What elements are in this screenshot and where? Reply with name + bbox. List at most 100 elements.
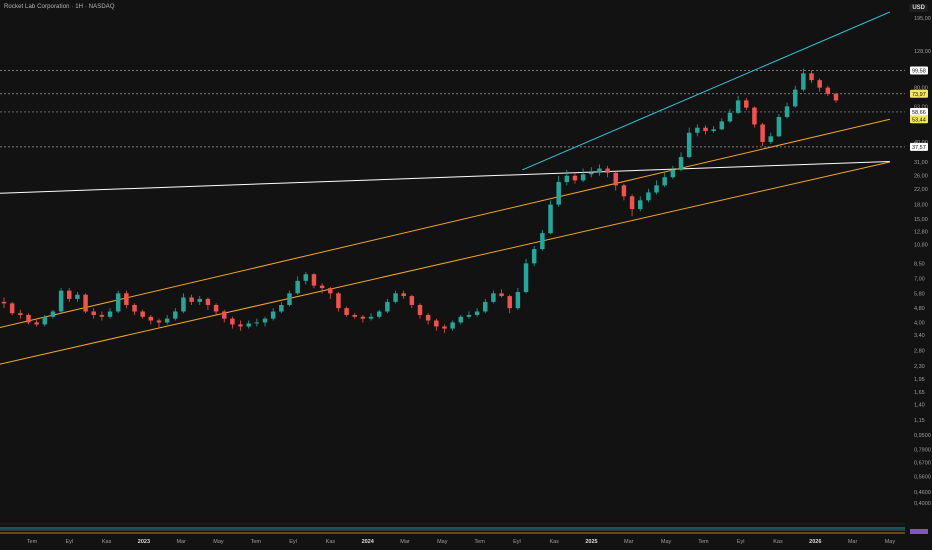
x-tick-label: 2026 — [809, 539, 821, 545]
y-tick-label: 195,00 — [914, 16, 931, 22]
candle-body — [556, 182, 561, 205]
y-tick-label: 10,80 — [914, 243, 928, 249]
candle-body — [458, 316, 464, 323]
price-label: 99,58 — [912, 68, 926, 74]
candle-body — [270, 311, 276, 319]
candle-body — [801, 73, 806, 90]
price-label: 73,97 — [912, 92, 926, 98]
candle-body — [776, 117, 782, 137]
y-tick-label: 5,80 — [914, 291, 925, 297]
candle-body — [670, 169, 676, 178]
y-tick-label: 1,15 — [914, 418, 925, 424]
candle-body — [417, 304, 423, 315]
candle-body — [181, 297, 186, 312]
candle-body — [442, 326, 447, 329]
y-tick-label: 15,00 — [914, 217, 928, 223]
candle-body — [164, 318, 170, 323]
candle-body — [809, 73, 814, 81]
x-tick-label: May — [437, 539, 448, 545]
currency-label[interactable]: USD — [909, 4, 928, 12]
candle-body — [654, 185, 659, 193]
candle-body — [466, 314, 472, 317]
candle-body — [499, 293, 504, 297]
candle-body — [613, 172, 619, 186]
candle-body — [189, 297, 194, 302]
candle-body — [238, 324, 243, 327]
candle-body — [246, 323, 251, 327]
candle-body — [205, 298, 211, 305]
x-tick-label: 2023 — [138, 539, 150, 545]
candle-body — [540, 233, 545, 250]
candle-body — [336, 293, 341, 309]
candle-body — [75, 294, 80, 299]
candle-body — [523, 263, 529, 292]
candle-body — [744, 100, 749, 108]
candle-body — [735, 100, 741, 113]
candle-body — [83, 294, 88, 312]
pane-label-box — [910, 529, 928, 534]
x-tick-label: Mar — [176, 539, 186, 545]
x-tick-label: Kas — [102, 539, 112, 545]
y-tick-label: 0,5600 — [914, 475, 931, 481]
candle-body — [328, 288, 333, 294]
candle-body — [124, 293, 129, 305]
candle-body — [727, 112, 733, 122]
y-tick-label: 0,6700 — [914, 460, 931, 466]
x-tick-label: Kas — [549, 539, 559, 545]
y-tick-label: 1,40 — [914, 403, 925, 409]
candle-body — [491, 293, 496, 302]
candle-body — [279, 304, 284, 312]
x-tick-label: Tem — [251, 539, 262, 545]
candle-body — [825, 87, 831, 94]
candle-body — [230, 318, 235, 325]
y-tick-label: 7,00 — [914, 277, 925, 283]
candle-body — [629, 196, 635, 210]
x-tick-label: 2024 — [362, 539, 375, 545]
x-tick-label: Kas — [773, 539, 783, 545]
candle-body — [67, 290, 72, 299]
candle-body — [817, 80, 822, 88]
candle-body — [833, 93, 839, 101]
candle-body — [474, 311, 480, 315]
candle-body — [262, 318, 268, 323]
x-tick-label: Mar — [848, 539, 858, 545]
candle-body — [768, 136, 773, 142]
x-tick-label: Eyl — [513, 539, 521, 545]
candle-body — [254, 322, 260, 324]
candle-body — [42, 316, 48, 325]
x-tick-label: May — [661, 539, 672, 545]
x-tick-label: Eyl — [289, 539, 297, 545]
candle-body — [752, 107, 757, 125]
candle-body — [311, 274, 317, 286]
x-tick-label: May — [213, 539, 224, 545]
x-tick-label: Mar — [624, 539, 634, 545]
candle-body — [703, 127, 708, 132]
candle-body — [564, 175, 570, 183]
candle-body — [597, 168, 602, 173]
candle-body — [589, 172, 594, 175]
candle-body — [385, 301, 390, 312]
chart-background — [0, 0, 932, 550]
candle-body — [572, 175, 578, 181]
candle-body — [115, 293, 121, 312]
candle-body — [719, 121, 725, 130]
candle-body — [409, 296, 415, 305]
candle-body — [434, 320, 439, 327]
candle-body — [637, 200, 643, 210]
candle-body — [686, 132, 692, 158]
price-label: 37,57 — [912, 145, 926, 151]
candle-body — [368, 316, 374, 319]
y-tick-label: 128,00 — [914, 49, 931, 55]
candle-body — [107, 311, 113, 317]
candle-body — [662, 177, 667, 186]
y-tick-label: 31,00 — [914, 160, 928, 166]
candle-body — [148, 316, 154, 321]
candle-body — [352, 314, 357, 317]
candle-body — [140, 311, 145, 317]
price-chart[interactable]: 195,00128,0080,0063,0040,0031,0026,0022,… — [0, 0, 932, 550]
candle-body — [792, 89, 798, 107]
candle-body — [376, 311, 382, 317]
candle-body — [287, 293, 292, 305]
candle-body — [213, 304, 219, 312]
candle-body — [319, 285, 325, 289]
